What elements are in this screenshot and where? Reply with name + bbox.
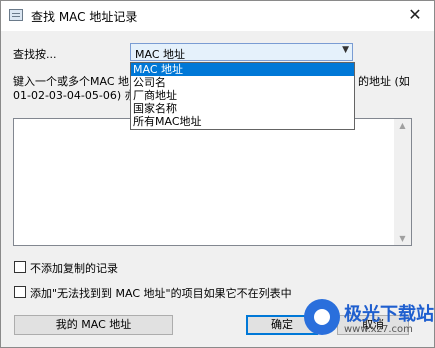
scroll-down-icon[interactable]: ▼ xyxy=(394,234,411,243)
add-not-found-checkbox[interactable] xyxy=(14,286,26,298)
app-icon xyxy=(9,9,23,21)
option-company-name[interactable]: 公司名 xyxy=(131,76,354,89)
no-duplicates-label: 不添加复制的记录 xyxy=(30,262,118,275)
no-duplicates-checkbox[interactable] xyxy=(14,261,26,273)
watermark-text: 极光下载站 xyxy=(344,304,434,325)
search-by-select[interactable]: MAC 地址 ▼ xyxy=(130,43,353,61)
add-not-found-label: 添加"无法找到到 MAC 地址"的项目如果它不在列表中 xyxy=(30,287,292,300)
title-bar: 查找 MAC 地址记录 ✕ xyxy=(1,1,434,31)
option-all-mac-addresses[interactable]: 所有MAC地址 xyxy=(131,115,354,128)
option-country-name[interactable]: 国家名称 xyxy=(131,102,354,115)
vertical-scrollbar[interactable]: ▲ ▼ xyxy=(394,119,411,245)
search-by-selected-value: MAC 地址 xyxy=(135,48,185,61)
window-title: 查找 MAC 地址记录 xyxy=(31,10,138,24)
scroll-up-icon[interactable]: ▲ xyxy=(394,121,411,130)
watermark-logo-icon xyxy=(304,299,340,335)
watermark: 极光下载站 www.xz7.com xyxy=(304,295,434,343)
option-vendor-address[interactable]: 厂商地址 xyxy=(131,89,354,102)
close-button[interactable]: ✕ xyxy=(396,1,434,31)
chevron-down-icon[interactable]: ▼ xyxy=(342,45,349,55)
instructions-line2: 01-02-03-04-05-06) 亦可 xyxy=(13,89,147,102)
watermark-url: www.xz7.com xyxy=(344,324,413,335)
my-mac-button[interactable]: 我的 MAC 地址 xyxy=(14,315,173,335)
find-mac-dialog: 查找 MAC 地址记录 ✕ 查找按... MAC 地址 ▼ MAC 地址 公司名… xyxy=(0,0,435,348)
search-by-label: 查找按... xyxy=(13,48,57,61)
mac-input-textarea[interactable]: ▲ ▼ xyxy=(13,118,412,246)
option-mac-address[interactable]: MAC 地址 xyxy=(131,63,354,76)
instructions-line1-right: 的地址 (如 xyxy=(358,75,410,88)
search-by-dropdown-list: MAC 地址 公司名 厂商地址 国家名称 所有MAC地址 xyxy=(130,62,355,130)
